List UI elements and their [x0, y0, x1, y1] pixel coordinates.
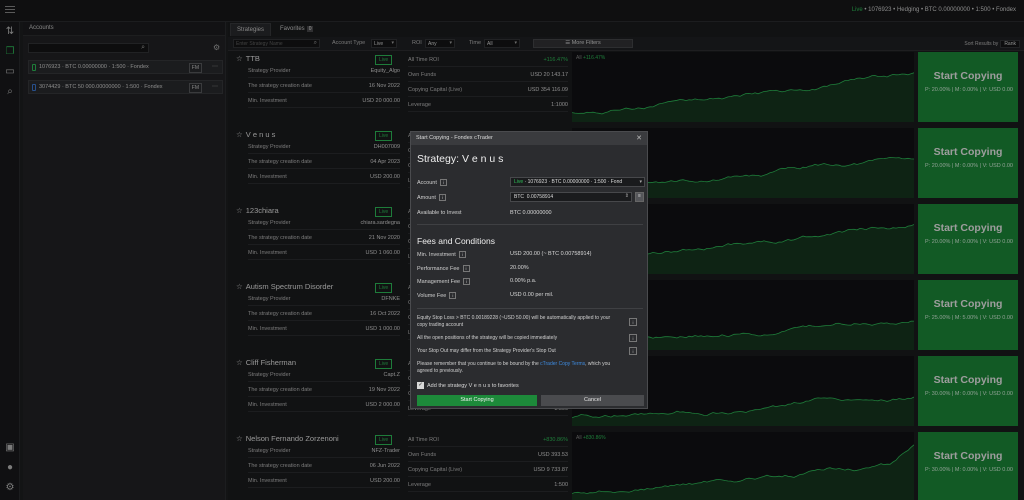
close-icon[interactable]: ✕: [636, 134, 642, 142]
info-icon[interactable]: i: [629, 318, 637, 326]
info-icon[interactable]: i: [629, 334, 637, 342]
info-icon[interactable]: i: [458, 251, 466, 258]
favorites-checkbox[interactable]: ✓ Add the strategy V e n u s to favorites: [417, 382, 519, 389]
management-fee-value: 0.00% p.a.: [510, 278, 537, 284]
start-copying-dialog: Start Copying - Fondex cTrader ✕ Strategy…: [410, 131, 648, 409]
performance-fee-value: 20.00%: [510, 265, 529, 271]
account-field-label: Account i: [417, 179, 447, 186]
terms-link[interactable]: cTrader Copy Terms: [540, 361, 585, 367]
volume-fee-value: USD 0.00 per mil.: [510, 292, 554, 298]
available-label: Available to Invest: [417, 210, 462, 216]
strategy-heading: Strategy: V e n u s: [417, 153, 504, 165]
label-text: Account: [417, 179, 437, 186]
min-investment-label: Min. Investment i: [417, 251, 466, 258]
amount-field-label: Amount i: [417, 194, 446, 201]
amount-currency: BTC: [514, 194, 524, 200]
info-icon[interactable]: i: [629, 347, 637, 355]
stop-loss-note: Equity Stop Loss > BTC 0.00189228 (~USD …: [417, 315, 611, 328]
label-text: Amount: [417, 194, 436, 201]
fees-heading: Fees and Conditions: [417, 236, 495, 246]
terms-note: Please remember that you continue to be …: [417, 361, 622, 375]
dialog-title-text: Start Copying - Fondex cTrader: [416, 135, 493, 141]
label-text: Volume Fee: [417, 292, 447, 299]
favorites-label: Add the strategy V e n u s to favorites: [427, 382, 519, 389]
live-tag: Live: [514, 179, 524, 185]
info-icon[interactable]: i: [438, 194, 446, 201]
volume-fee-label: Volume Fee i: [417, 292, 457, 299]
info-icon[interactable]: i: [462, 265, 470, 272]
min-investment-value: USD 200.00 (~ BTC 0.00758914): [510, 251, 592, 257]
start-copying-button[interactable]: Start Copying: [417, 395, 537, 406]
divider: [417, 308, 643, 309]
label-text: Management Fee: [417, 278, 461, 285]
label-text: Min. Investment: [417, 251, 456, 258]
check-icon: ✓: [417, 382, 424, 389]
account-value: · 1076923 · BTC 0.00000000 · 1:500 · Fon…: [524, 179, 623, 185]
available-value: BTC 0.00000000: [510, 210, 552, 216]
stop-out-note: Your Stop Out may differ from the Strate…: [417, 348, 556, 354]
label-text: Performance Fee: [417, 265, 460, 272]
terms-text: Please remember that you continue to be …: [417, 361, 539, 367]
account-select[interactable]: Live · 1076923 · BTC 0.00000000 · 1:500 …: [510, 177, 645, 187]
stepper-icon[interactable]: ⇕: [625, 193, 629, 199]
max-amount-button[interactable]: ≡: [635, 192, 644, 202]
info-icon[interactable]: i: [449, 292, 457, 299]
info-icon[interactable]: i: [439, 179, 447, 186]
amount-input[interactable]: BTC 0.00758914 ⇕: [510, 192, 632, 202]
amount-value: 0.00758914: [526, 194, 554, 200]
chevron-down-icon: ▾: [639, 179, 642, 185]
management-fee-label: Management Fee i: [417, 278, 471, 285]
dialog-title: Start Copying - Fondex cTrader ✕: [411, 132, 647, 145]
info-icon[interactable]: i: [463, 278, 471, 285]
performance-fee-label: Performance Fee i: [417, 265, 470, 272]
positions-note: All the open positions of the strategy w…: [417, 335, 558, 341]
cancel-button[interactable]: Cancel: [541, 395, 644, 406]
divider: [417, 224, 643, 225]
